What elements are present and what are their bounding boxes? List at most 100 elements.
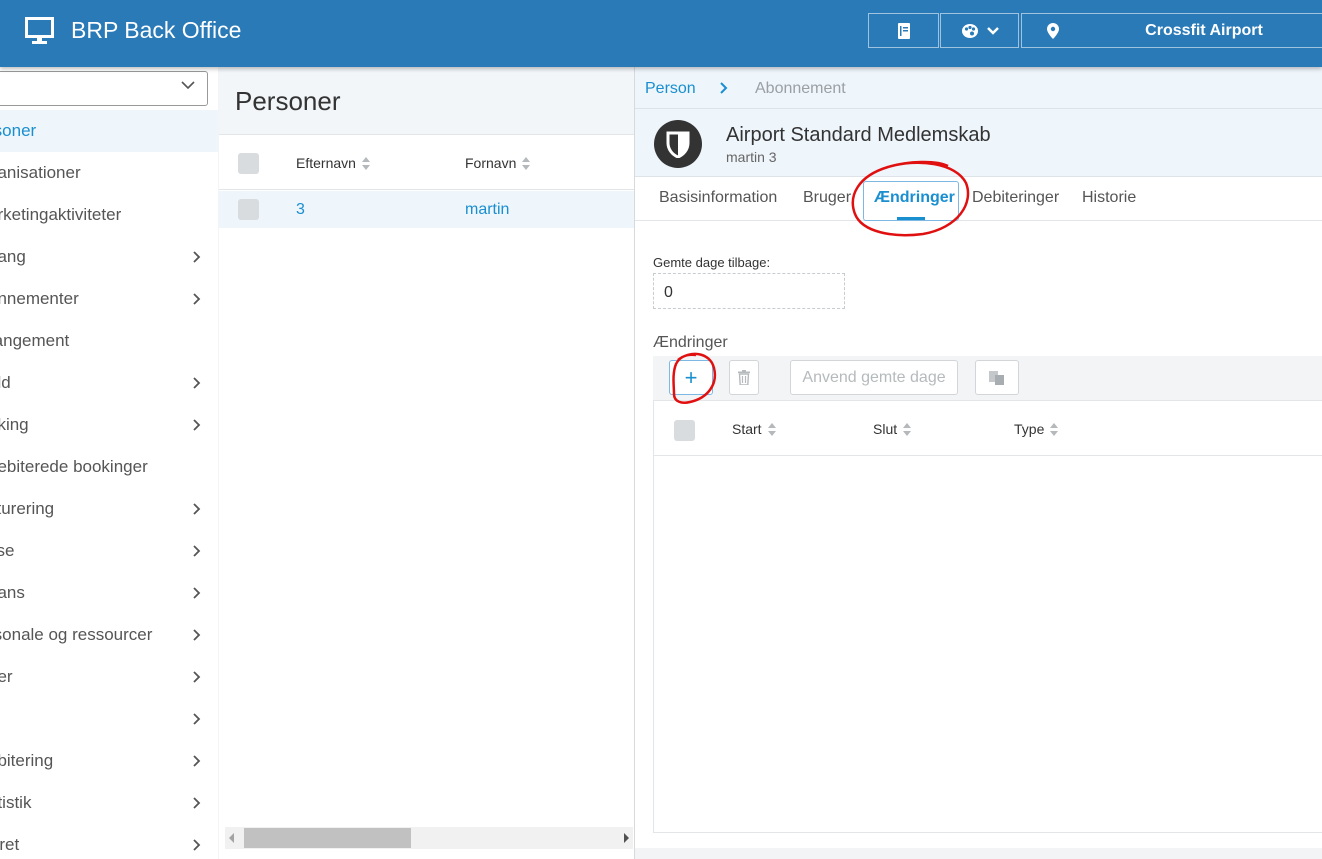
breadcrumb-person-link[interactable]: Person [645,80,696,98]
copy-button[interactable] [975,360,1019,395]
scroll-right-icon[interactable] [624,833,629,843]
chevron-down-icon [181,81,195,90]
sort-icon [767,422,776,436]
chevron-right-icon [193,377,201,389]
sidebar-item[interactable]: atistik [0,782,218,824]
sidebar-item[interactable]: oking [0,404,218,446]
changes-section-title: Ændringer [653,334,728,351]
sidebar-select[interactable] [0,71,208,106]
tab-basisinformation[interactable]: Basisinformation [659,189,777,207]
shield-icon [666,131,690,158]
sidebar-item-label: sse [0,541,15,560]
monitor-icon [25,17,54,44]
theme-dropdown-button[interactable] [940,13,1019,48]
sidebar-item[interactable]: ganisationer [0,152,218,194]
sidebar-item-label: rsonale og ressourcer [0,625,153,644]
sidebar-item-label: atistik [0,793,32,812]
add-change-button[interactable]: + [669,360,713,395]
sidebar-item-label: arketingaktiviteter [0,205,122,224]
tab-historie[interactable]: Historie [1082,189,1136,207]
sidebar-item-label: ijlret [0,835,20,854]
location-name: Crossfit Airport [1145,21,1263,39]
sidebar-item[interactable]: ijlret [0,824,218,859]
column-start[interactable]: Start [732,421,776,437]
subscription-detail-panel: Person Abonnement Airport Standard Medle… [634,67,1322,859]
tab-aendringer[interactable]: Ændringer [874,189,955,207]
sidebar-item-label: oking [0,415,29,434]
row-checkbox[interactable] [238,199,259,220]
sidebar-item-label: ganisationer [0,163,81,182]
sort-icon [903,422,912,436]
column-label: Fornavn [465,155,517,171]
horizontal-scrollbar[interactable] [225,827,633,849]
sidebar: rsoner ganisationer arketingaktiviteter gan… [0,67,218,859]
apply-saved-days-button[interactable]: Anvend gemte dage [790,360,958,395]
chevron-right-icon [720,82,728,94]
tab-bar: Basisinformation Bruger Ændringer Debite… [635,177,1322,221]
sidebar-item[interactable]: ger [0,656,218,698]
cell-efternavn[interactable]: 3 [296,201,305,219]
saved-days-label: Gemte dage tilbage: [653,255,771,270]
scrollbar-thumb[interactable] [244,828,411,848]
notebook-icon [897,22,910,39]
column-label: Slut [873,421,898,437]
sidebar-item-label: gang [0,247,26,266]
column-label: Type [1014,421,1045,437]
saved-days-field[interactable]: 0 [653,273,845,309]
subscription-title: Airport Standard Medlemskab [726,124,991,146]
notebook-button[interactable] [868,13,939,48]
changes-table-header: Start Slut Type [654,401,1322,456]
sidebar-item[interactable]: kturering [0,488,218,530]
chevron-right-icon [193,629,201,641]
sidebar-item-label: rsoner [0,121,37,140]
sidebar-item[interactable]: gang [0,236,218,278]
chevron-right-icon [193,503,201,515]
sort-icon [522,156,531,170]
tab-bruger[interactable]: Bruger [803,189,851,207]
chevron-right-icon [193,797,201,809]
sort-icon [1050,422,1059,436]
sidebar-item[interactable]: onnementer [0,278,218,320]
sidebar-item-label: kturering [0,499,55,518]
sidebar-item-label: debiterede bookinger [0,457,148,476]
chevron-right-icon [193,755,201,767]
list-column-header: Efternavn Fornavn [219,135,634,190]
select-all-checkbox[interactable] [238,153,259,174]
app-title: BRP Back Office [71,17,242,43]
location-selector[interactable]: Crossfit Airport [1021,13,1322,48]
changes-table: Start Slut Type [653,400,1322,833]
sidebar-item[interactable]: rsoner [0,110,218,152]
sidebar-item[interactable]: rangement [0,320,218,362]
column-slut[interactable]: Slut [873,421,912,437]
sidebar-item[interactable]: ebitering [0,740,218,782]
table-row[interactable]: 3 martin [219,191,634,228]
subscription-subtitle: martin 3 [726,149,777,165]
column-fornavn[interactable]: Fornavn [465,155,531,171]
sidebar-item[interactable]: arketingaktiviteter [0,194,218,236]
column-efternavn[interactable]: Efternavn [296,155,370,171]
sidebar-item-label: ebitering [0,751,54,770]
sidebar-item[interactable]: old [0,362,218,404]
delete-button[interactable] [729,360,759,395]
changes-toolbar: + Anvend gemte dage [653,356,1322,400]
column-type[interactable]: Type [1014,421,1059,437]
sidebar-item[interactable]: nans [0,572,218,614]
sidebar-item-label: old [0,373,11,392]
sort-icon [361,156,370,170]
sidebar-item[interactable]: rsonale og ressourcer [0,614,218,656]
avatar [654,120,702,168]
scroll-left-icon[interactable] [229,833,234,843]
select-all-changes-checkbox[interactable] [674,420,695,441]
sidebar-item[interactable]: sse [0,530,218,572]
chevron-right-icon [193,587,201,599]
subscription-header: Airport Standard Medlemskab martin 3 [635,109,1322,177]
cell-fornavn[interactable]: martin [465,201,509,219]
chevron-right-icon [193,293,201,305]
chevron-right-icon [193,671,201,683]
sidebar-item-label: ger [0,667,13,686]
tab-debiteringer[interactable]: Debiteringer [972,189,1059,207]
sidebar-item[interactable]: g [0,698,218,740]
sidebar-item[interactable]: debiterede bookinger [0,446,218,488]
sidebar-item-label: onnementer [0,289,79,308]
trash-icon [738,370,750,385]
